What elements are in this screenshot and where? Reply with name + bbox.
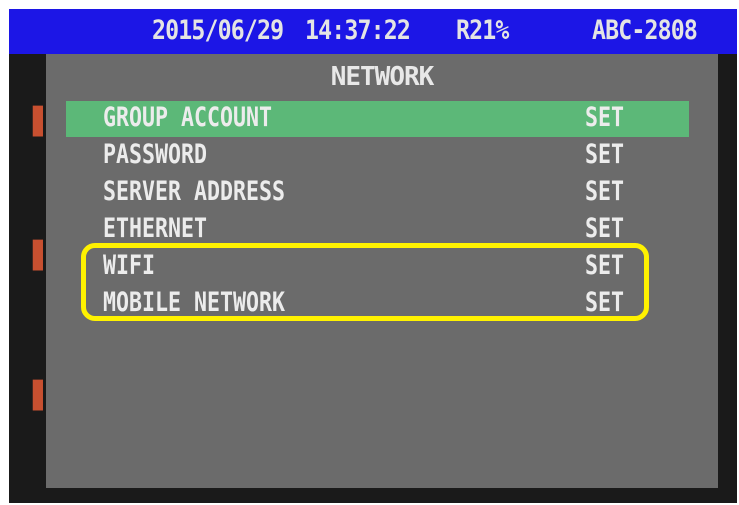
status-date: 2015/06/29 [152,15,284,46]
menu-item-password[interactable]: PASSWORD SET [66,138,689,174]
status-indicator: R21% [456,15,509,46]
menu-item-server-address[interactable]: SERVER ADDRESS SET [66,175,689,211]
set-button[interactable]: SET [585,213,624,244]
set-button[interactable]: SET [585,102,624,133]
menu-item-label: SERVER ADDRESS [103,176,286,207]
status-time: 14:37:22 [305,15,411,46]
set-button[interactable]: SET [585,176,624,207]
status-bar: 2015/06/29 14:37:22 R21% ABC-2808 [9,9,737,54]
highlight-outline [81,243,649,321]
menu-item-label: ETHERNET [103,213,208,244]
device-id: ABC-2808 [592,15,698,46]
menu-item-label: PASSWORD [103,139,208,170]
set-button[interactable]: SET [585,139,624,170]
menu-item-label: GROUP ACCOUNT [103,102,273,133]
menu-title: NETWORK [330,62,435,92]
menu-item-group-account[interactable]: GROUP ACCOUNT SET [66,101,689,137]
